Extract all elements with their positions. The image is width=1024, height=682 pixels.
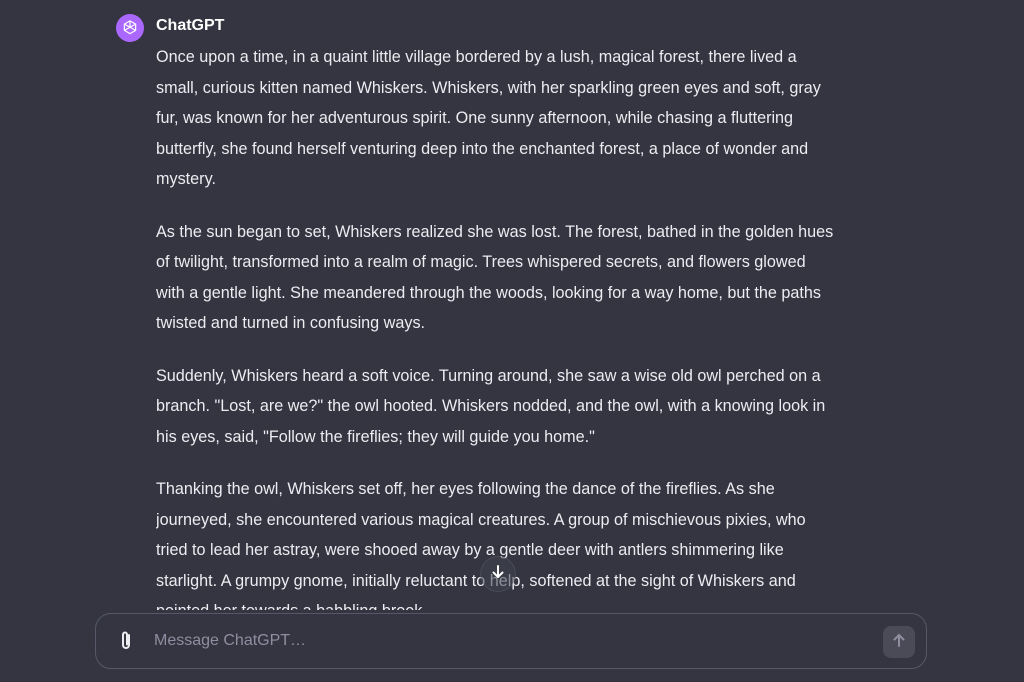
arrow-up-icon	[891, 632, 907, 653]
arrow-down-icon	[490, 564, 506, 585]
message-author: ChatGPT	[156, 17, 225, 34]
paperclip-icon[interactable]	[114, 629, 138, 653]
send-button[interactable]	[883, 626, 915, 658]
openai-logo-icon	[116, 14, 144, 42]
message-paragraph: Once upon a time, in a quaint little vil…	[156, 48, 821, 188]
message-composer	[95, 613, 927, 669]
scroll-to-bottom-button[interactable]	[480, 556, 516, 592]
chat-page: ChatGPT Once upon a time, in a quaint li…	[0, 0, 1024, 682]
message-paragraph: Suddenly, Whiskers heard a soft voice. T…	[156, 366, 826, 446]
message-body: Once upon a time, in a quaint little vil…	[156, 42, 836, 610]
message-input[interactable]	[154, 628, 854, 654]
message-paragraph: As the sun began to set, Whiskers realiz…	[156, 222, 834, 333]
